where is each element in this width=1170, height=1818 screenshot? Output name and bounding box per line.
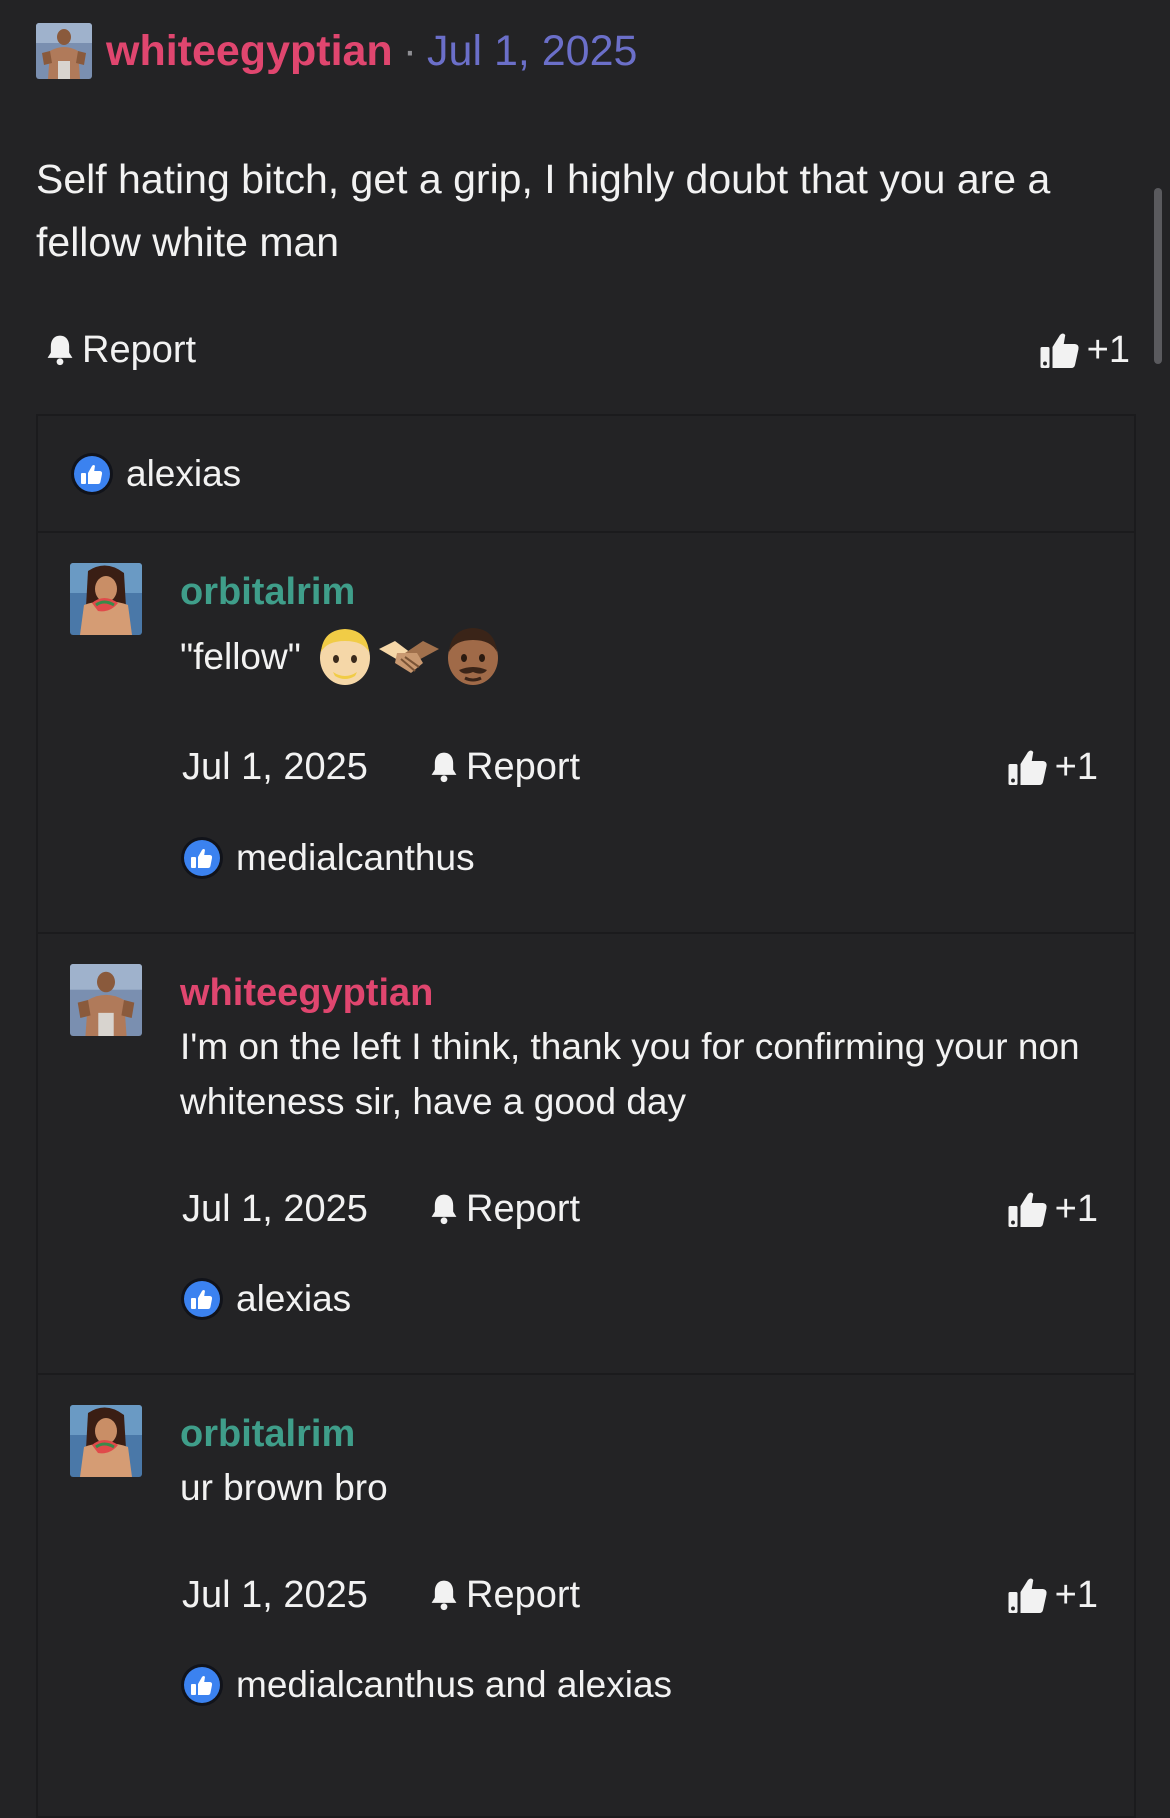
- bell-icon: [431, 752, 457, 783]
- report-button[interactable]: Report: [44, 329, 196, 372]
- reply-text: I'm on the left I think, thank you for c…: [180, 1026, 1080, 1122]
- report-label: Report: [82, 328, 197, 371]
- bell-icon: [431, 1194, 457, 1225]
- avatar-orbitalrim[interactable]: [70, 1405, 142, 1477]
- reply-liked-by: alexias: [180, 1274, 351, 1324]
- reply-item: orbitalrim "fellow" Jul 1, 2025 Report +…: [38, 533, 1134, 934]
- report-label: Report: [466, 1187, 581, 1230]
- scrollbar[interactable]: [1154, 188, 1162, 364]
- avatar-orbitalrim[interactable]: [70, 563, 142, 635]
- reply-text: "fellow": [180, 635, 301, 677]
- report-label: Report: [466, 1573, 581, 1616]
- reply-liked-by: medialcanthus and alexias: [180, 1660, 672, 1710]
- man-medium-dark-skin-emoji: [447, 628, 498, 685]
- bell-icon: [431, 1580, 457, 1611]
- reply-meta: Jul 1, 2025 Report +1: [182, 1567, 1098, 1623]
- handshake-emoji: [378, 641, 439, 673]
- post-body: Self hating bitch, get a grip, I highly …: [36, 156, 1051, 265]
- reply-meta: Jul 1, 2025 Report +1: [182, 1181, 1098, 1237]
- like-button[interactable]: +1: [1039, 329, 1130, 372]
- reply-text: ur brown bro: [180, 1467, 388, 1508]
- like-count: +1: [1054, 1187, 1098, 1230]
- thumbs-up-icon: [1040, 333, 1079, 368]
- reply-item: orbitalrim ur brown bro Jul 1, 2025 Repo…: [38, 1375, 1134, 1795]
- reply-date[interactable]: Jul 1, 2025: [182, 746, 428, 789]
- like-count: +1: [1054, 1573, 1098, 1616]
- blue-thumbs-up-badge-icon: [181, 837, 223, 879]
- reply-text-row: "fellow": [180, 624, 1104, 688]
- report-button[interactable]: Report: [428, 1574, 580, 1617]
- avatar-whiteegyptian[interactable]: [36, 23, 92, 79]
- reply-date[interactable]: Jul 1, 2025: [182, 1574, 428, 1617]
- like-count: +1: [1086, 328, 1130, 371]
- avatar-whiteegyptian[interactable]: [70, 964, 142, 1036]
- reply-author[interactable]: whiteegyptian: [180, 972, 1104, 1015]
- emoji-group: [315, 624, 503, 688]
- blue-thumbs-up-badge-icon: [181, 1664, 223, 1706]
- blond-man-emoji: [319, 629, 370, 685]
- post-header: whiteegyptian · Jul 1, 2025: [36, 20, 637, 82]
- reply-date[interactable]: Jul 1, 2025: [182, 1188, 428, 1231]
- like-button[interactable]: +1: [1007, 1188, 1098, 1231]
- like-button[interactable]: +1: [1007, 1574, 1098, 1617]
- post-date[interactable]: Jul 1, 2025: [427, 27, 637, 76]
- liked-by-names[interactable]: medialcanthus: [236, 837, 475, 879]
- post-actions: Report +1: [44, 320, 1130, 380]
- post-author[interactable]: whiteegyptian: [106, 27, 393, 76]
- blue-thumbs-up-badge-icon: [181, 1278, 223, 1320]
- reply-item: whiteegyptian I'm on the left I think, t…: [38, 934, 1134, 1375]
- liked-by-names[interactable]: alexias: [236, 1278, 351, 1320]
- liked-by-names[interactable]: medialcanthus and alexias: [236, 1664, 672, 1706]
- header-separator: ·: [402, 26, 418, 75]
- report-button[interactable]: Report: [428, 1188, 580, 1231]
- reply-author[interactable]: orbitalrim: [180, 571, 1104, 614]
- reply-meta: Jul 1, 2025 Report +1: [182, 739, 1098, 795]
- thumbs-up-icon: [1008, 1578, 1047, 1613]
- liked-by-names[interactable]: alexias: [126, 453, 241, 495]
- reply-author[interactable]: orbitalrim: [180, 1413, 1104, 1456]
- thumbs-up-icon: [1008, 1192, 1047, 1227]
- reply-liked-by: medialcanthus: [180, 833, 475, 883]
- report-button[interactable]: Report: [428, 746, 580, 789]
- like-button[interactable]: +1: [1007, 746, 1098, 789]
- reply-thread: alexias orbitalrim "fellow" Jul 1, 2025 …: [36, 414, 1136, 1818]
- thumbs-up-icon: [1008, 750, 1047, 785]
- report-label: Report: [466, 745, 581, 788]
- blue-thumbs-up-badge-icon: [71, 452, 113, 495]
- post-liked-by: alexias: [38, 416, 1134, 533]
- bell-icon: [47, 335, 73, 366]
- like-count: +1: [1054, 745, 1098, 788]
